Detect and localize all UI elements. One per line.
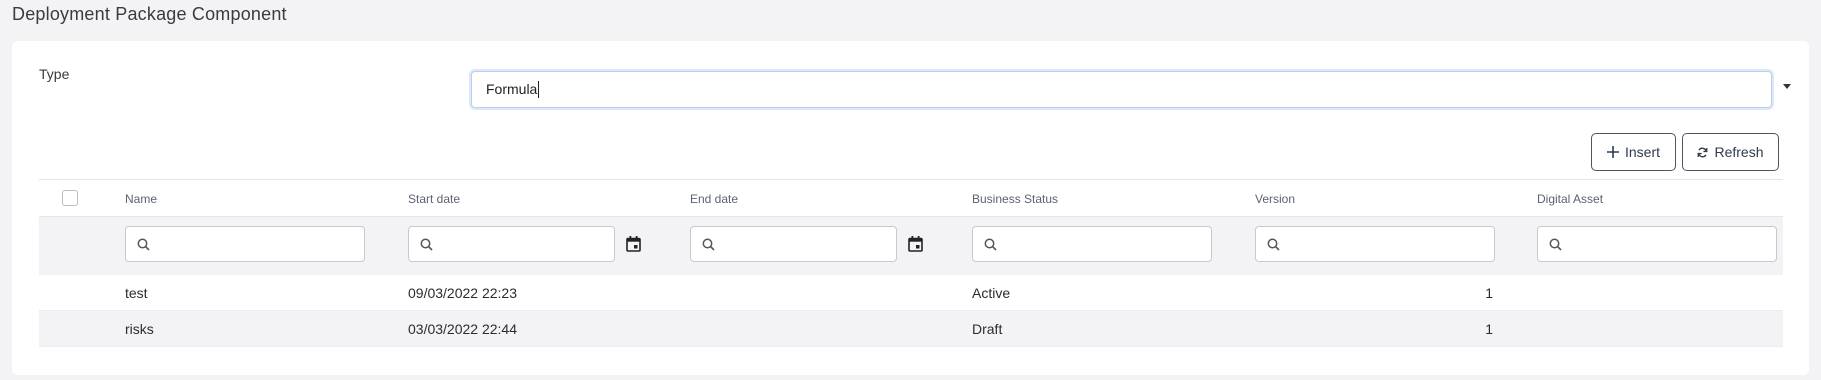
- text-cursor: [538, 80, 540, 98]
- cell-name: risks: [125, 321, 154, 337]
- end-date-filter-input[interactable]: [690, 226, 897, 262]
- start-date-filter-input[interactable]: [408, 226, 615, 262]
- table-row[interactable]: risks 03/03/2022 22:44 Draft 1: [39, 311, 1783, 347]
- insert-button[interactable]: Insert: [1591, 133, 1676, 171]
- filter-row: [39, 217, 1783, 275]
- cell-version: 1: [1485, 321, 1493, 337]
- table-row[interactable]: test 09/03/2022 22:23 Active 1: [39, 275, 1783, 311]
- version-filter-input[interactable]: [1255, 226, 1495, 262]
- data-grid: Name Start date End date Business Status…: [39, 179, 1783, 347]
- column-header-digital-asset[interactable]: Digital Asset: [1537, 192, 1603, 206]
- type-input[interactable]: Formula: [471, 71, 1772, 108]
- column-header-end-date[interactable]: End date: [690, 192, 738, 206]
- business-status-filter-input[interactable]: [972, 226, 1212, 262]
- column-header-business-status[interactable]: Business Status: [972, 192, 1058, 206]
- cell-business-status: Active: [972, 285, 1011, 301]
- grid-header: Name Start date End date Business Status…: [39, 179, 1783, 217]
- cell-start-date: 03/03/2022 22:44: [408, 321, 517, 337]
- refresh-button[interactable]: Refresh: [1682, 133, 1779, 171]
- search-icon: [137, 238, 150, 251]
- calendar-icon[interactable]: [908, 236, 923, 252]
- column-header-start-date[interactable]: Start date: [408, 192, 460, 206]
- search-icon: [1267, 238, 1280, 251]
- cell-version: 1: [1485, 285, 1493, 301]
- column-header-name[interactable]: Name: [125, 192, 157, 206]
- page-title: Deployment Package Component: [12, 4, 287, 24]
- form-card: Type Formula Insert Refresh Name Start d…: [12, 41, 1809, 375]
- select-all-checkbox[interactable]: [62, 190, 78, 206]
- plus-icon: [1606, 146, 1619, 158]
- chevron-down-icon[interactable]: [1783, 84, 1791, 89]
- name-filter-input[interactable]: [125, 226, 365, 262]
- cell-start-date: 09/03/2022 22:23: [408, 285, 517, 301]
- search-icon: [1549, 238, 1562, 251]
- insert-button-label: Insert: [1624, 144, 1660, 160]
- search-icon: [702, 238, 715, 251]
- cell-name: test: [125, 285, 148, 301]
- search-icon: [984, 238, 997, 251]
- type-input-value: Formula: [486, 81, 538, 97]
- digital-asset-filter-input[interactable]: [1537, 226, 1777, 262]
- refresh-button-label: Refresh: [1714, 144, 1764, 160]
- type-label: Type: [39, 66, 70, 82]
- calendar-icon[interactable]: [626, 236, 641, 252]
- refresh-icon: [1698, 147, 1708, 157]
- search-icon: [420, 238, 433, 251]
- cell-business-status: Draft: [972, 321, 1003, 337]
- column-header-version[interactable]: Version: [1255, 192, 1295, 206]
